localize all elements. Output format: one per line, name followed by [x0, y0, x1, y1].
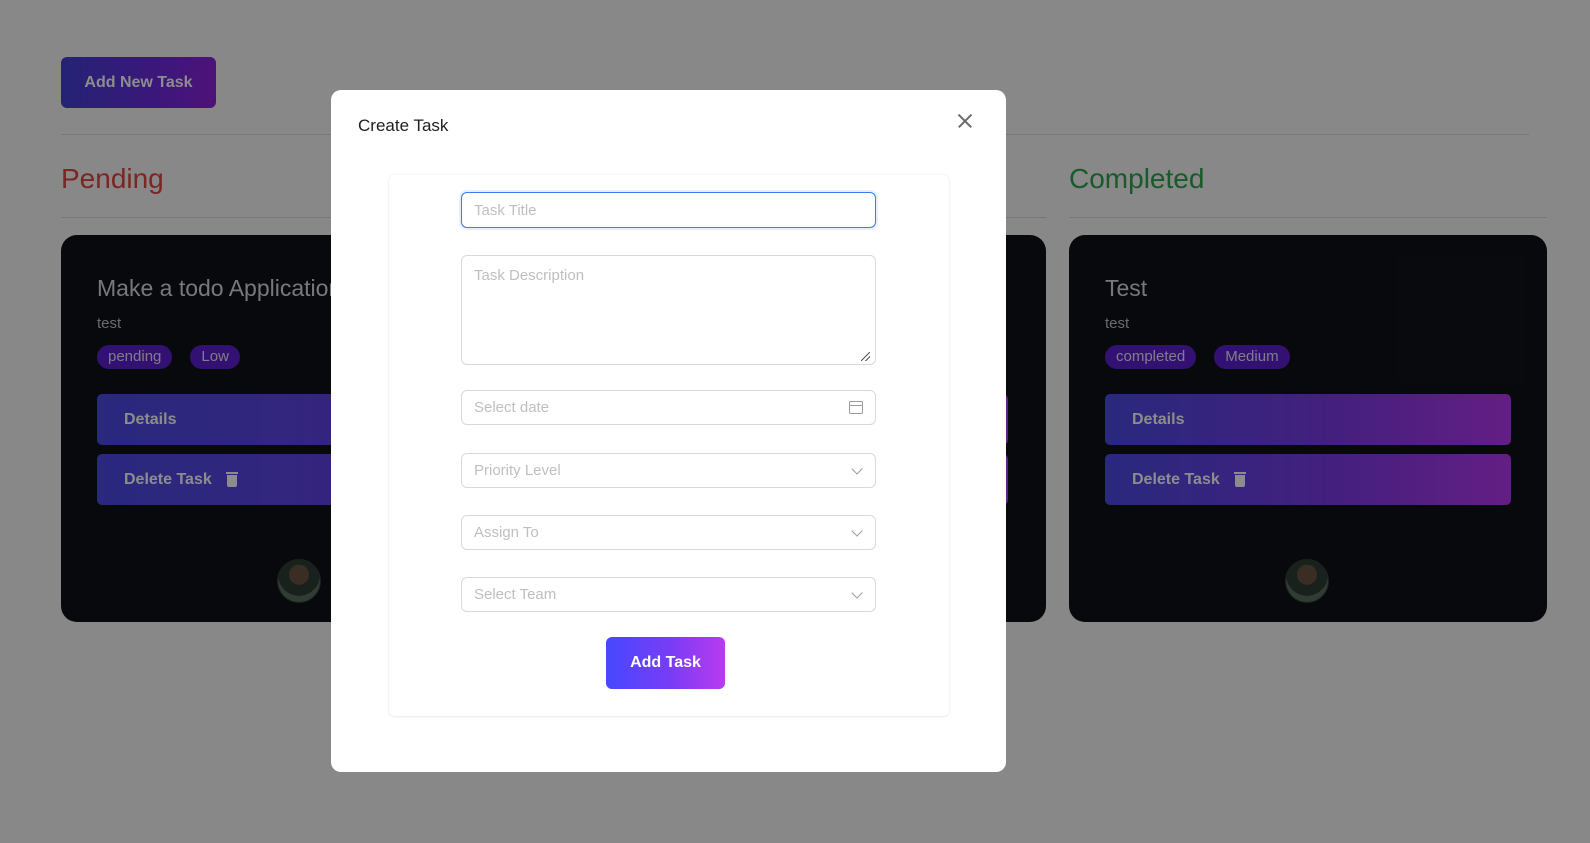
- date-picker[interactable]: Select date: [461, 390, 876, 425]
- resize-handle[interactable]: [861, 352, 870, 361]
- assign-placeholder: Assign To: [474, 524, 539, 541]
- priority-select[interactable]: Priority Level: [461, 453, 876, 488]
- create-task-modal: Create Task Select date Priority Level A…: [331, 90, 1006, 772]
- task-description-input[interactable]: [461, 255, 876, 365]
- task-title-input[interactable]: [461, 192, 876, 228]
- modal-title: Create Task: [358, 116, 449, 135]
- calendar-icon: [849, 401, 863, 414]
- add-task-submit-button[interactable]: Add Task: [606, 637, 725, 689]
- close-icon[interactable]: [954, 110, 976, 132]
- chevron-down-icon: [851, 586, 863, 599]
- create-task-form: Select date Priority Level Assign To Sel…: [389, 175, 949, 716]
- team-select[interactable]: Select Team: [461, 577, 876, 612]
- chevron-down-icon: [851, 524, 863, 537]
- chevron-down-icon: [851, 462, 863, 475]
- priority-placeholder: Priority Level: [474, 462, 561, 479]
- team-placeholder: Select Team: [474, 586, 557, 603]
- date-placeholder: Select date: [474, 399, 550, 416]
- assign-to-select[interactable]: Assign To: [461, 515, 876, 550]
